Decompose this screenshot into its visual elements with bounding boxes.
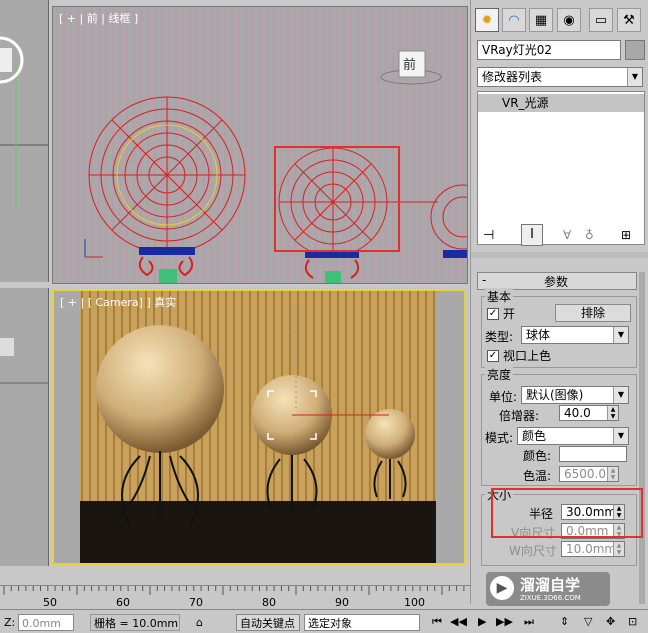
object-name-input[interactable]: VRay灯光02 xyxy=(477,40,621,60)
radius-highlight-box xyxy=(491,488,643,538)
mode-label: 模式: xyxy=(485,431,514,445)
panel-divider xyxy=(471,252,648,258)
unit-value: 默认(图像) xyxy=(526,388,584,402)
on-label: 开 xyxy=(503,307,516,321)
orbit-icon[interactable]: ✥ xyxy=(606,615,615,628)
viewport-color-checkbox[interactable]: ✓ xyxy=(487,350,499,362)
field-of-view-icon[interactable]: ▽ xyxy=(584,615,592,628)
ruler-tick-label: 60 xyxy=(116,596,130,609)
modifier-list-dropdown[interactable]: 修改器列表 ▼ xyxy=(477,67,643,87)
play-logo-icon: ▶ xyxy=(490,576,514,600)
panel-scrollbar[interactable] xyxy=(639,272,645,604)
play-icon[interactable]: ▶ xyxy=(478,615,486,628)
modify-icon[interactable]: ◠ xyxy=(502,8,526,32)
chevron-down-icon: ▼ xyxy=(613,428,628,444)
type-dropdown[interactable]: 球体 ▼ xyxy=(521,326,629,344)
temperature-value: 6500.0 xyxy=(564,467,606,481)
mode-value: 颜色 xyxy=(522,429,547,443)
left-viewport-canvas xyxy=(0,36,48,210)
make-unique-icon[interactable]: ∀ xyxy=(563,228,571,242)
intensity-group-title: 亮度 xyxy=(485,366,514,383)
key-icon[interactable]: ⌂ xyxy=(196,616,203,629)
status-bar: Z: 0.0mm 栅格 = 10.0mm ⌂ 自动关键点 选定对象 ⏮ ◀◀ ▶… xyxy=(0,609,648,633)
command-panel-tabs: ✹ ◠ ▦ ◉ ▭ ⚒ xyxy=(471,6,648,34)
spinner-arrows-icon: ▲ ▼ xyxy=(607,406,618,420)
modifier-list-label: 修改器列表 xyxy=(482,70,543,84)
left-viewport[interactable] xyxy=(0,0,49,282)
color-label: 颜色: xyxy=(523,449,552,463)
create-icon[interactable]: ✹ xyxy=(475,8,499,32)
exclude-button[interactable]: 排除 xyxy=(555,304,631,322)
stack-item[interactable]: VR_光源 xyxy=(478,94,644,112)
type-label: 类型: xyxy=(485,330,514,344)
front-viewport-canvas xyxy=(56,7,467,283)
ruler-tick-label: 90 xyxy=(335,596,349,609)
w-size-value: 10.0mm xyxy=(566,542,617,556)
go-to-end-icon[interactable]: ⏭ xyxy=(524,615,534,629)
camera-viewport-canvas xyxy=(80,291,436,563)
color-swatch[interactable] xyxy=(559,446,627,462)
multiplier-value: 40.0 xyxy=(564,406,591,420)
modifier-stack[interactable]: VR_光源 xyxy=(477,91,645,245)
general-group-title: 基本 xyxy=(485,288,514,305)
perspective-viewport[interactable] xyxy=(0,288,49,566)
on-checkbox[interactable]: ✓ xyxy=(487,308,499,320)
unit-label: 单位: xyxy=(489,390,518,404)
ruler-ticks xyxy=(3,586,465,595)
front-viewport-label[interactable]: [ + | 前 | 线框 ] xyxy=(59,10,138,26)
ruler-tick-label: 70 xyxy=(189,596,203,609)
hierarchy-icon[interactable]: ▦ xyxy=(529,8,553,32)
watermark-url: ZIXUE.3D66.COM xyxy=(520,594,581,602)
rollout-title: 参数 xyxy=(544,275,569,289)
stack-toolbar: ⊣ Ⅰ ∀ ♁ ⊞ xyxy=(477,224,643,250)
ruler-tick-label: 80 xyxy=(262,596,276,609)
utilities-icon[interactable]: ⚒ xyxy=(617,8,641,32)
ruler-tick-label: 100 xyxy=(404,596,425,609)
multiplier-spinner[interactable]: 40.0 ▲ ▼ xyxy=(559,405,619,421)
motion-icon[interactable]: ◉ xyxy=(557,8,581,32)
timeline-ruler[interactable]: 50 60 70 80 90 100 xyxy=(0,585,470,609)
auto-key-button[interactable]: 自动关键点 xyxy=(236,614,300,631)
spinner-arrows-icon: ▲ ▼ xyxy=(607,467,618,481)
go-to-start-icon[interactable]: ⏮ xyxy=(432,615,442,629)
w-size-label: W向尺寸 xyxy=(509,544,557,558)
object-color-swatch[interactable] xyxy=(625,40,645,60)
grid-size-display: 栅格 = 10.0mm xyxy=(90,614,180,631)
z-coordinate-field[interactable]: 0.0mm xyxy=(18,614,74,631)
maximize-viewport-icon[interactable]: ⊡ xyxy=(628,615,637,628)
pin-stack-icon[interactable]: ⊣ xyxy=(483,228,494,243)
chevron-down-icon: ▼ xyxy=(613,327,628,343)
type-value: 球体 xyxy=(526,328,551,342)
front-viewport[interactable]: [ + | 前 | 线框 ] 前 xyxy=(52,6,468,284)
camera-viewport-label[interactable]: [ + | [ Camera] ] 真实 xyxy=(60,294,176,310)
spinner-arrows-icon: ▲ ▼ xyxy=(613,542,624,556)
ruler-tick-label: 50 xyxy=(43,596,57,609)
remove-modifier-icon[interactable]: ♁ xyxy=(585,228,594,242)
show-end-result-icon[interactable]: Ⅰ xyxy=(521,224,543,246)
z-label: Z: xyxy=(4,616,16,629)
multiplier-label: 倍增器: xyxy=(499,409,540,423)
unit-dropdown[interactable]: 默认(图像) ▼ xyxy=(521,386,629,404)
selection-set-dropdown[interactable]: 选定对象 xyxy=(304,614,420,631)
perspective-viewport-canvas xyxy=(0,338,48,384)
temperature-spinner[interactable]: 6500.0 ▲ ▼ xyxy=(559,466,619,482)
configure-sets-icon[interactable]: ⊞ xyxy=(621,228,631,242)
command-panel: ✹ ◠ ▦ ◉ ▭ ⚒ VRay灯光02 修改器列表 ▼ VR_光源 ⊣ Ⅰ ∀… xyxy=(470,0,648,604)
walkthrough-icon[interactable]: ⇕ xyxy=(560,615,569,628)
mode-dropdown[interactable]: 颜色 ▼ xyxy=(517,427,629,445)
display-icon[interactable]: ▭ xyxy=(589,8,613,32)
next-frame-icon[interactable]: ▶▶ xyxy=(496,615,513,628)
camera-viewport[interactable]: [ + | [ Camera] ] 真实 xyxy=(52,289,466,565)
chevron-down-icon: ▼ xyxy=(613,387,628,403)
collapse-icon: - xyxy=(482,273,487,287)
chevron-down-icon: ▼ xyxy=(627,68,642,86)
view-cube[interactable]: 前 xyxy=(403,54,416,73)
watermark: ▶ 溜溜自学 ZIXUE.3D66.COM xyxy=(486,572,610,606)
temperature-label: 色温: xyxy=(523,469,552,483)
previous-frame-icon[interactable]: ◀◀ xyxy=(450,615,467,628)
watermark-brand: 溜溜自学 xyxy=(520,576,581,594)
viewport-color-label: 视口上色 xyxy=(503,349,552,363)
selection-set-value: 选定对象 xyxy=(308,617,352,630)
w-size-spinner[interactable]: 10.0mm ▲ ▼ xyxy=(561,541,625,557)
